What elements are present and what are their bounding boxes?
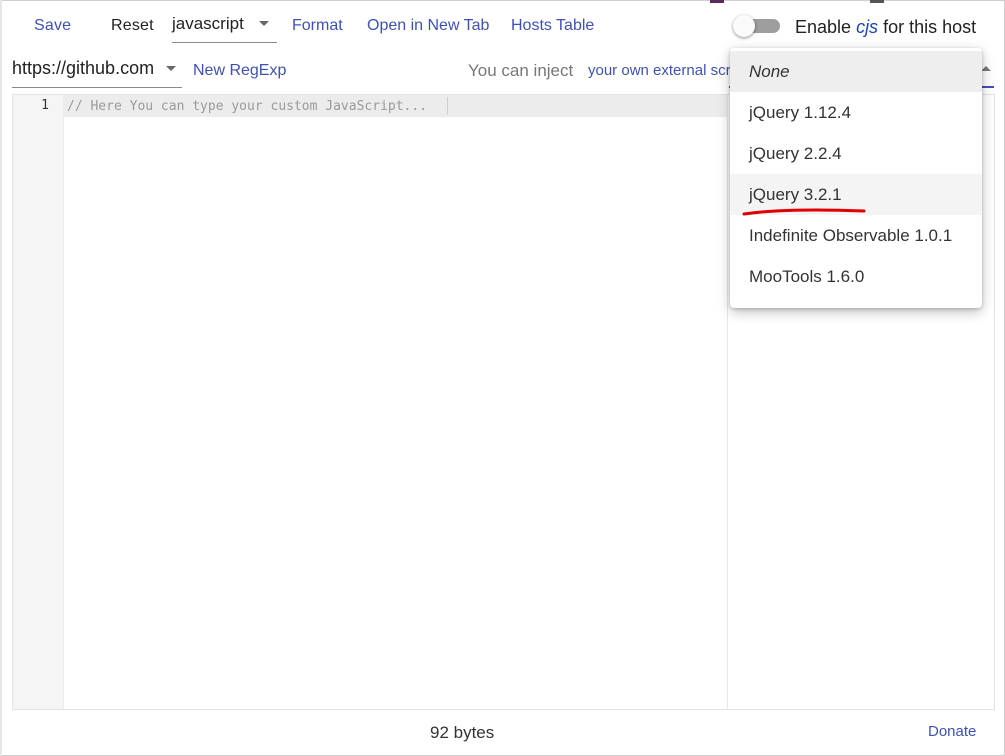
language-select-value: javascript xyxy=(172,14,244,33)
enable-cjs-label: Enable cjs for this host xyxy=(795,16,976,38)
menu-item-label: jQuery 2.2.4 xyxy=(749,144,842,163)
placeholder-end-marker xyxy=(447,97,448,115)
print-margin xyxy=(727,95,728,709)
language-select[interactable]: javascript xyxy=(172,12,277,43)
chevron-down-icon xyxy=(166,66,176,71)
save-button[interactable]: Save xyxy=(34,16,71,36)
red-underline-annotation xyxy=(742,208,866,216)
menu-item-jquery-2-2-4[interactable]: jQuery 2.2.4 xyxy=(730,133,982,174)
open-new-tab-button[interactable]: Open in New Tab xyxy=(367,16,489,36)
menu-item-label: jQuery 3.2.1 xyxy=(749,185,842,204)
menu-item-mootools[interactable]: MooTools 1.6.0 xyxy=(730,256,982,297)
byte-count: 92 bytes xyxy=(430,723,495,742)
menu-item-none[interactable]: None xyxy=(730,51,982,92)
toggle-thumb[interactable] xyxy=(733,15,755,37)
new-regexp-button[interactable]: New RegExp xyxy=(193,61,286,81)
tab-marker xyxy=(710,0,724,3)
reset-button[interactable]: Reset xyxy=(111,16,154,36)
chevron-up-icon[interactable] xyxy=(981,66,991,71)
enable-prefix: Enable xyxy=(795,17,857,37)
menu-item-label: jQuery 1.12.4 xyxy=(749,103,852,122)
chevron-down-icon xyxy=(259,21,269,26)
cjs-text: cjs xyxy=(856,17,879,37)
external-scripts-menu: None jQuery 1.12.4 jQuery 2.2.4 jQuery 3… xyxy=(730,48,982,308)
window-edge xyxy=(0,0,2,756)
host-select-value: https://github.com xyxy=(12,58,155,78)
format-button[interactable]: Format xyxy=(292,16,343,36)
menu-item-label: Indefinite Observable 1.0.1 xyxy=(749,226,953,245)
enable-suffix: for this host xyxy=(878,17,977,37)
inject-text: You can inject xyxy=(468,61,574,80)
menu-item-label: None xyxy=(749,62,790,81)
host-select[interactable]: https://github.com xyxy=(12,56,182,88)
editor-gutter: 1 xyxy=(13,95,64,709)
editor-placeholder: // Here You can type your custom JavaScr… xyxy=(67,99,428,114)
menu-item-label: MooTools 1.6.0 xyxy=(749,267,865,286)
menu-item-jquery-1-12-4[interactable]: jQuery 1.12.4 xyxy=(730,92,982,133)
external-scripts-link[interactable]: your own external scripts xyxy=(588,62,730,80)
tab-marker xyxy=(870,0,884,3)
menu-item-indefinite-observable[interactable]: Indefinite Observable 1.0.1 xyxy=(730,215,982,256)
donate-link[interactable]: Donate xyxy=(928,723,976,741)
line-number: 1 xyxy=(41,98,49,113)
hosts-table-button[interactable]: Hosts Table xyxy=(511,16,594,36)
